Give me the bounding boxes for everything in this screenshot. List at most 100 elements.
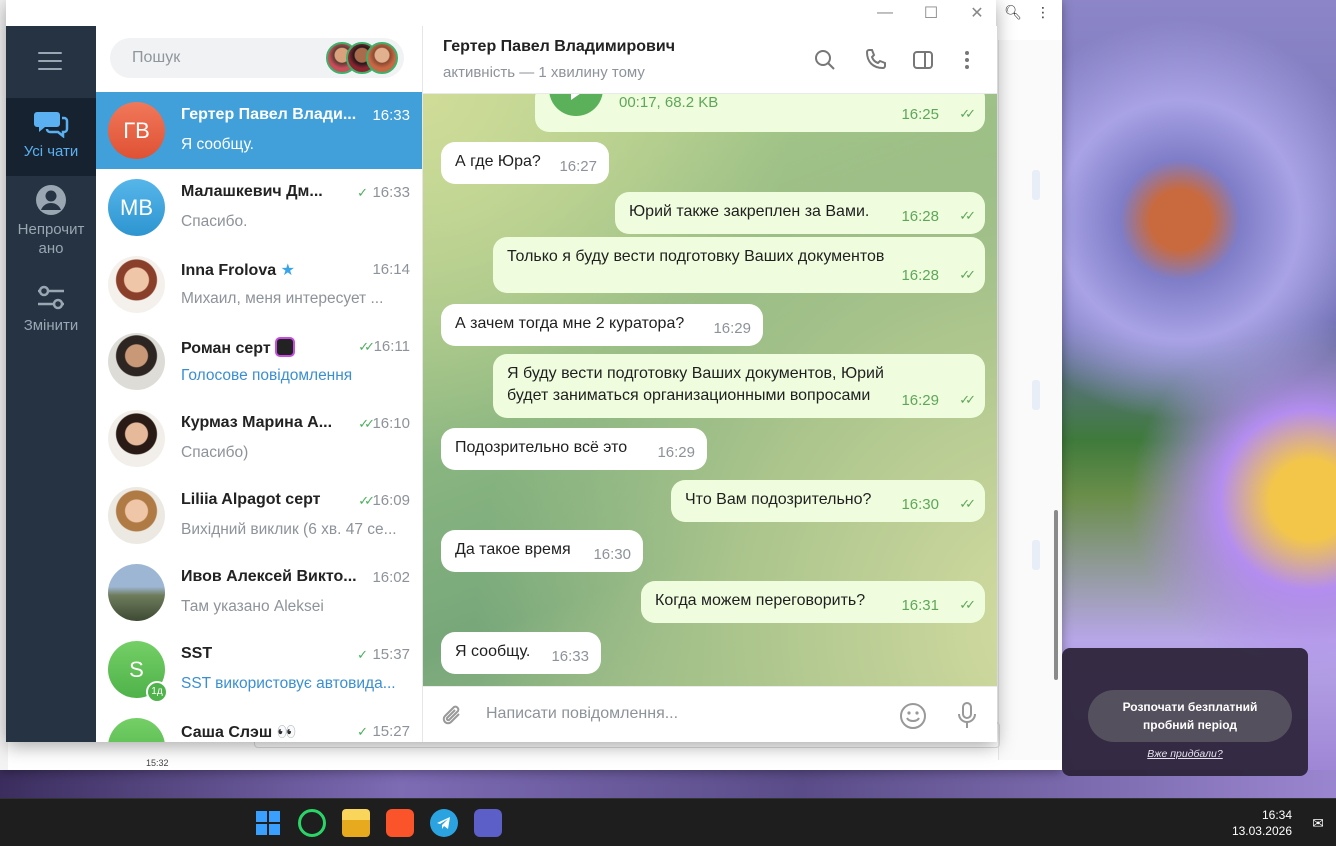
message-text: Когда можем переговорить? xyxy=(655,592,866,609)
person-icon xyxy=(36,185,66,215)
message-time: 16:25 xyxy=(901,106,939,123)
message-bubble[interactable]: Я сообщу. 16:33 xyxy=(441,632,601,674)
chat-time: 16:10 xyxy=(372,415,410,432)
emoji-icon[interactable] xyxy=(899,702,927,730)
folder-all-chats-label: Усі чати xyxy=(23,143,79,160)
chat-name: Малашкевич Дм... xyxy=(181,183,323,200)
hamburger-menu-icon[interactable] xyxy=(38,52,62,76)
badge-icon xyxy=(275,337,296,357)
timer-badge: 1д xyxy=(146,681,168,703)
message-bubble[interactable]: Что Вам подозрительно? 16:30 ✓✓ xyxy=(671,480,985,522)
read-check-icon: ✓ xyxy=(357,647,368,662)
voice-meta: 00:17, 68.2 KB xyxy=(619,94,719,111)
message-text: Что Вам подозрительно? xyxy=(685,491,872,508)
more-icon[interactable]: ⋮ xyxy=(1036,4,1050,21)
microphone-icon[interactable] xyxy=(957,701,977,731)
double-check-icon: ✓✓ xyxy=(959,597,976,612)
voice-message[interactable]: 00:17, 68.2 KB 16:25 ✓✓ xyxy=(535,94,985,132)
message-time: 16:28 xyxy=(901,267,939,284)
avatar xyxy=(108,333,165,390)
chat-name: Роман серт xyxy=(181,337,296,358)
story-avatar[interactable] xyxy=(366,42,398,74)
folder-unread[interactable]: Непрочит ано xyxy=(6,184,96,258)
background-time: 15:32 xyxy=(146,758,169,768)
windows-start-icon[interactable] xyxy=(254,809,282,837)
message-time: 16:28 xyxy=(901,208,939,225)
conversation-pane: Гертер Павел Владимирович активність — 1… xyxy=(422,26,997,742)
taskbar: 16:34 13.03.2026 ✉ xyxy=(0,798,1336,846)
chat-item[interactable]: Inna Frolova ★ 16:14 Михаил, меня интере… xyxy=(96,246,422,323)
chat-name: Inna Frolova ★ xyxy=(181,262,295,279)
chat-item[interactable]: МВ Малашкевич Дм... ✓ 16:33 Спасибо. xyxy=(96,169,422,246)
chat-item[interactable]: Саша Слэш 👀 ✓ 15:27 xyxy=(96,708,422,742)
double-check-icon: ✓✓ xyxy=(358,493,375,508)
close-button[interactable]: ✕ xyxy=(962,2,992,24)
chat-time: 16:02 xyxy=(372,569,410,586)
minimize-button[interactable]: — xyxy=(870,2,900,24)
message-bubble[interactable]: А где Юра? 16:27 xyxy=(441,142,609,184)
search-icon[interactable]: 🔍︎ xyxy=(1004,4,1022,21)
start-trial-button[interactable]: Розпочати безплатний пробний період xyxy=(1088,690,1292,742)
notification-bell-icon[interactable]: ✉ xyxy=(1312,815,1324,832)
message-composer[interactable]: Написати повідомлення... xyxy=(423,686,997,742)
chat-item[interactable]: Роман серт ✓✓ 16:11 Голосове повідомленн… xyxy=(96,323,422,400)
file-explorer-icon[interactable] xyxy=(342,809,370,837)
chat-preview: Голосове повідомлення xyxy=(181,367,353,384)
chat-item[interactable]: Курмаз Марина А... ✓✓ 16:10 Спасибо) xyxy=(96,400,422,477)
folder-unread-label-1: Непрочит xyxy=(17,221,85,238)
conversation-header[interactable]: Гертер Павел Владимирович активність — 1… xyxy=(423,26,997,94)
read-check-icon: ✓ xyxy=(357,724,368,739)
search-icon[interactable] xyxy=(813,48,837,72)
clock-date: 13.03.2026 xyxy=(1231,824,1292,838)
chat-item[interactable]: S 1д SST ✓ 15:37 SST використовує автови… xyxy=(96,631,422,708)
phone-icon[interactable] xyxy=(863,48,887,72)
message-text: Подозрительно всё это xyxy=(455,439,628,456)
message-time: 16:29 xyxy=(713,320,751,337)
system-clock[interactable]: 16:34 13.03.2026 xyxy=(1232,807,1292,839)
chat-preview: Там указано Aleksei xyxy=(181,598,324,615)
message-bubble[interactable]: Да такое время 16:30 xyxy=(441,530,643,572)
telegram-icon[interactable] xyxy=(430,809,458,837)
message-time: 16:33 xyxy=(551,648,589,665)
message-time: 16:30 xyxy=(593,546,631,563)
chat-item[interactable]: ГВ Гертер Павел Влади... 16:33 Я сообщу. xyxy=(96,92,422,169)
message-text: Юрий также закреплен за Вами. xyxy=(629,203,870,220)
folder-all-chats[interactable]: Усі чати xyxy=(6,98,96,176)
chat-time: 15:27 xyxy=(372,723,410,740)
message-bubble[interactable]: Когда можем переговорить? 16:31 ✓✓ xyxy=(641,581,985,623)
teams-icon[interactable] xyxy=(474,809,502,837)
chat-preview: Спасибо. xyxy=(181,213,248,230)
premium-star-icon: ★ xyxy=(280,262,295,279)
chat-time: 16:09 xyxy=(372,492,410,509)
message-text: Да такое время xyxy=(455,541,571,558)
message-area[interactable]: 00:17, 68.2 KB 16:25 ✓✓ А где Юра? 16:27… xyxy=(423,94,997,686)
chat-item[interactable]: Liliia Alpagot серт ✓✓ 16:09 Вихідний ви… xyxy=(96,477,422,554)
attach-icon[interactable] xyxy=(441,703,465,729)
brave-browser-icon[interactable] xyxy=(386,809,414,837)
more-icon[interactable] xyxy=(955,48,979,72)
message-bubble[interactable]: А зачем тогда мне 2 куратора? 16:29 xyxy=(441,304,763,346)
trial-popup: Розпочати безплатний пробний період Вже … xyxy=(1062,648,1308,776)
chat-name: Ивов Алексей Викто... xyxy=(181,568,357,585)
stories-strip[interactable] xyxy=(326,42,400,74)
search-input[interactable]: Пошук xyxy=(110,38,404,78)
message-bubble[interactable]: Я буду вести подготовку Ваших документов… xyxy=(493,354,985,418)
clock-time: 16:34 xyxy=(1261,808,1292,822)
message-time: 16:29 xyxy=(901,392,939,409)
message-bubble[interactable]: Юрий также закреплен за Вами. 16:28 ✓✓ xyxy=(615,192,985,234)
background-right-column xyxy=(998,40,1062,760)
folder-edit-label: Змінити xyxy=(23,317,79,334)
message-bubble[interactable]: Подозрительно всё это 16:29 xyxy=(441,428,707,470)
chat-item[interactable]: Ивов Алексей Викто... 16:02 Там указано … xyxy=(96,554,422,631)
message-text: А где Юра? xyxy=(455,153,541,170)
composer-placeholder: Написати повідомлення... xyxy=(486,705,679,722)
message-bubble[interactable]: Только я буду вести подготовку Ваших док… xyxy=(493,237,985,293)
background-scrollbar[interactable] xyxy=(1054,510,1058,680)
already-bought-link[interactable]: Вже придбали? xyxy=(1062,748,1308,760)
sidebar-toggle-icon[interactable] xyxy=(911,48,935,72)
folder-edit[interactable]: Змінити xyxy=(6,284,96,335)
play-icon[interactable] xyxy=(549,94,603,116)
maximize-button[interactable]: ☐ xyxy=(916,2,946,24)
search-placeholder: Пошук xyxy=(132,49,181,66)
whatsapp-icon[interactable] xyxy=(298,809,326,837)
